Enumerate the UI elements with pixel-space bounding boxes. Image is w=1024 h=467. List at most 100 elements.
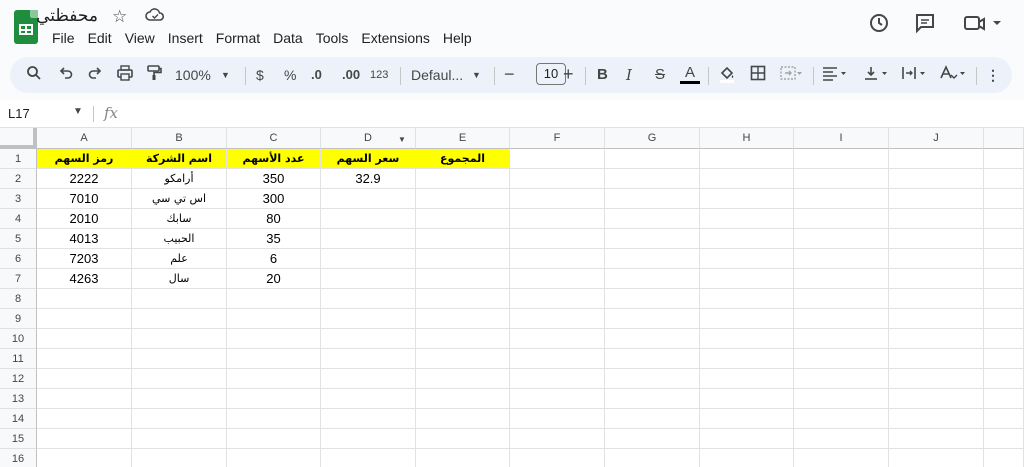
cell-c6[interactable]: 6	[227, 249, 321, 269]
cell-i5[interactable]	[794, 229, 889, 249]
cell-c4[interactable]: 80	[227, 209, 321, 229]
text-rotation-icon[interactable]	[939, 65, 967, 86]
cell-e1[interactable]: المجموع	[416, 149, 510, 169]
cell-e11[interactable]	[416, 349, 510, 369]
cell-c3[interactable]: 300	[227, 189, 321, 209]
row-header-8[interactable]: 8	[0, 289, 37, 309]
cell-d6[interactable]	[321, 249, 416, 269]
cell-a5[interactable]: 4013	[37, 229, 132, 249]
cell-d8[interactable]	[321, 289, 416, 309]
cell-k7[interactable]	[984, 269, 1024, 289]
cell-d4[interactable]	[321, 209, 416, 229]
cell-j3[interactable]	[889, 189, 984, 209]
cell-j6[interactable]	[889, 249, 984, 269]
cell-a12[interactable]	[37, 369, 132, 389]
cell-i16[interactable]	[794, 449, 889, 467]
cell-a6[interactable]: 7203	[37, 249, 132, 269]
column-header-k[interactable]	[984, 128, 1024, 149]
menu-view[interactable]: View	[125, 30, 155, 46]
row-header-5[interactable]: 5	[0, 229, 37, 249]
cell-g10[interactable]	[605, 329, 700, 349]
decrease-decimal-button[interactable]: .0	[311, 65, 322, 85]
name-box[interactable]: L17	[8, 106, 30, 121]
cell-f9[interactable]	[510, 309, 605, 329]
cell-k11[interactable]	[984, 349, 1024, 369]
cell-d9[interactable]	[321, 309, 416, 329]
cell-b2[interactable]: أرامكو	[132, 169, 227, 189]
bold-button[interactable]: B	[597, 65, 608, 85]
cell-f11[interactable]	[510, 349, 605, 369]
cell-f5[interactable]	[510, 229, 605, 249]
cell-b15[interactable]	[132, 429, 227, 449]
cell-f14[interactable]	[510, 409, 605, 429]
decrease-font-size-button[interactable]: −	[504, 65, 515, 83]
cell-d15[interactable]	[321, 429, 416, 449]
cell-a4[interactable]: 2010	[37, 209, 132, 229]
cell-k9[interactable]	[984, 309, 1024, 329]
column-header-h[interactable]: H	[700, 128, 794, 149]
cell-b9[interactable]	[132, 309, 227, 329]
cell-j1[interactable]	[889, 149, 984, 169]
column-header-j[interactable]: J	[889, 128, 984, 149]
column-header-i[interactable]: I	[794, 128, 889, 149]
menu-insert[interactable]: Insert	[168, 30, 203, 46]
cell-j12[interactable]	[889, 369, 984, 389]
cell-b8[interactable]	[132, 289, 227, 309]
row-header-14[interactable]: 14	[0, 409, 37, 429]
cell-j7[interactable]	[889, 269, 984, 289]
cell-g6[interactable]	[605, 249, 700, 269]
comments-icon[interactable]	[914, 12, 936, 40]
row-header-2[interactable]: 2	[0, 169, 37, 189]
cell-i2[interactable]	[794, 169, 889, 189]
cell-k6[interactable]	[984, 249, 1024, 269]
currency-format-button[interactable]: $	[256, 65, 264, 85]
column-header-c[interactable]: C	[227, 128, 321, 149]
cell-k1[interactable]	[984, 149, 1024, 169]
italic-button[interactable]: I	[626, 65, 632, 85]
text-color-button[interactable]: A	[680, 65, 700, 84]
cell-d10[interactable]	[321, 329, 416, 349]
column-header-f[interactable]: F	[510, 128, 605, 149]
horizontal-align-icon[interactable]	[822, 65, 848, 86]
cell-i4[interactable]	[794, 209, 889, 229]
paint-format-icon[interactable]	[146, 65, 162, 86]
cell-j15[interactable]	[889, 429, 984, 449]
cell-h6[interactable]	[700, 249, 794, 269]
cell-b4[interactable]: سابك	[132, 209, 227, 229]
name-box-dropdown-icon[interactable]: ▼	[73, 106, 83, 117]
cloud-status-icon[interactable]	[145, 7, 165, 28]
cell-h7[interactable]	[700, 269, 794, 289]
column-header-a[interactable]: A	[37, 128, 132, 149]
cell-j16[interactable]	[889, 449, 984, 467]
cell-g11[interactable]	[605, 349, 700, 369]
cell-k14[interactable]	[984, 409, 1024, 429]
cell-b1[interactable]: اسم الشركة	[132, 149, 227, 169]
cell-f1[interactable]	[510, 149, 605, 169]
cell-a9[interactable]	[37, 309, 132, 329]
cell-b11[interactable]	[132, 349, 227, 369]
cell-g12[interactable]	[605, 369, 700, 389]
cell-j14[interactable]	[889, 409, 984, 429]
row-header-13[interactable]: 13	[0, 389, 37, 409]
cell-a3[interactable]: 7010	[37, 189, 132, 209]
cell-k15[interactable]	[984, 429, 1024, 449]
cell-f12[interactable]	[510, 369, 605, 389]
version-history-icon[interactable]	[868, 12, 890, 40]
cell-i14[interactable]	[794, 409, 889, 429]
cell-a15[interactable]	[37, 429, 132, 449]
cell-e5[interactable]	[416, 229, 510, 249]
cell-a14[interactable]	[37, 409, 132, 429]
cell-f15[interactable]	[510, 429, 605, 449]
cell-f13[interactable]	[510, 389, 605, 409]
zoom-select[interactable]: 100%	[175, 65, 211, 85]
cell-k10[interactable]	[984, 329, 1024, 349]
cell-h9[interactable]	[700, 309, 794, 329]
cell-b5[interactable]: الحبيب	[132, 229, 227, 249]
cell-f16[interactable]	[510, 449, 605, 467]
cell-f7[interactable]	[510, 269, 605, 289]
cell-c13[interactable]	[227, 389, 321, 409]
cell-d7[interactable]	[321, 269, 416, 289]
cell-i10[interactable]	[794, 329, 889, 349]
cell-i1[interactable]	[794, 149, 889, 169]
cell-c9[interactable]	[227, 309, 321, 329]
